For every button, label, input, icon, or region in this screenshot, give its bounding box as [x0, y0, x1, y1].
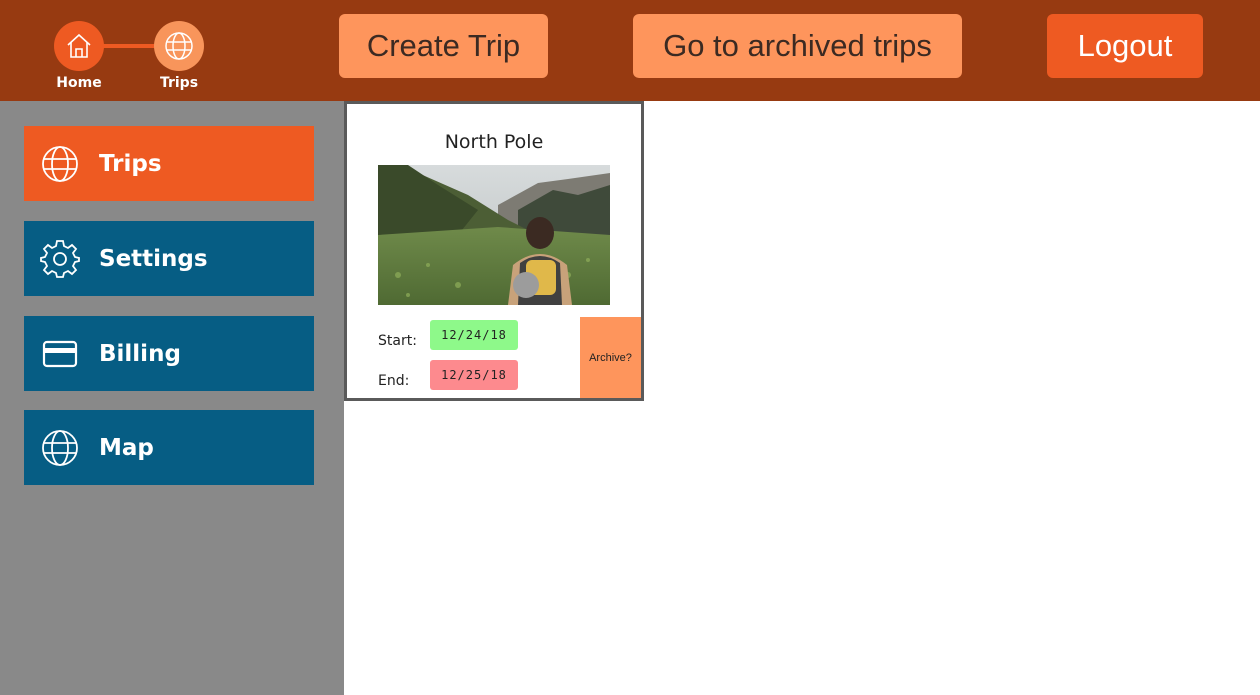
breadcrumb-home-button[interactable] — [54, 21, 104, 71]
archive-button[interactable]: Archive? — [580, 317, 641, 398]
trip-photo — [378, 165, 610, 305]
archived-trips-button[interactable]: Go to archived trips — [633, 14, 962, 78]
sidebar-item-label: Billing — [99, 340, 181, 367]
sidebar-item-map[interactable]: Map — [24, 410, 314, 485]
start-date-label: Start: — [378, 333, 417, 349]
breadcrumb-trips-label[interactable]: Trips — [139, 75, 219, 91]
sidebar-item-billing[interactable]: Billing — [24, 316, 314, 391]
create-trip-button[interactable]: Create Trip — [339, 14, 548, 78]
sidebar-item-label: Map — [99, 434, 154, 461]
sidebar-item-trips[interactable]: Trips — [24, 126, 314, 201]
breadcrumb-home-label[interactable]: Home — [39, 75, 119, 91]
home-icon — [67, 33, 91, 58]
end-date-label: End: — [378, 373, 410, 389]
sidebar-item-settings[interactable]: Settings — [24, 221, 314, 296]
breadcrumb-connector — [100, 44, 160, 48]
breadcrumb-trips-button[interactable] — [154, 21, 204, 71]
globe-icon — [42, 145, 78, 182]
trip-title: North Pole — [444, 131, 544, 153]
credit-card-icon — [42, 340, 78, 367]
top-bar: Home Trips Create Trip Go to archived tr… — [0, 0, 1260, 101]
globe-icon — [165, 32, 193, 60]
sidebar-item-label: Trips — [99, 150, 162, 177]
globe-icon — [42, 429, 78, 466]
trip-card[interactable]: North Pole Start: 12/24/18 End: 12/25/18… — [344, 101, 644, 401]
breadcrumb: Home Trips — [0, 0, 260, 101]
sidebar: Trips Settings Billing Map — [0, 101, 344, 695]
end-date-field[interactable]: 12/25/18 — [430, 360, 518, 390]
start-date-field[interactable]: 12/24/18 — [430, 320, 518, 350]
logout-button[interactable]: Logout — [1047, 14, 1203, 78]
sidebar-item-label: Settings — [99, 245, 208, 272]
gear-icon — [40, 239, 80, 278]
